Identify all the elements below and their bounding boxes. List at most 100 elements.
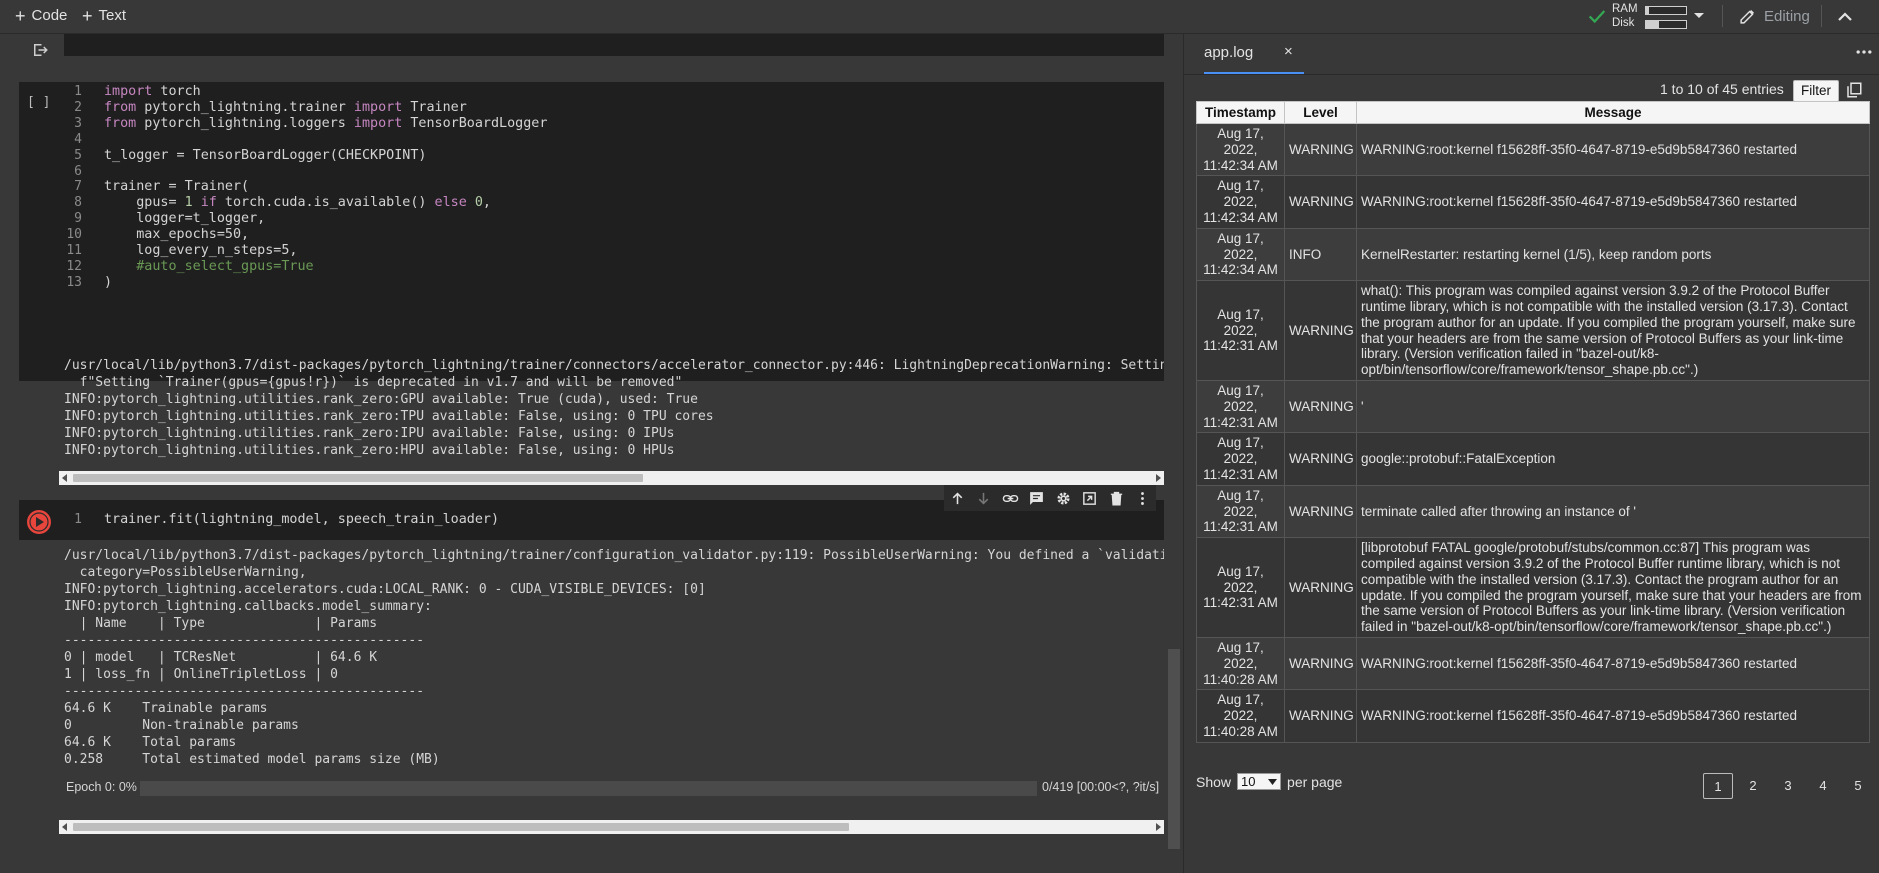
code-line[interactable]: import torch	[104, 84, 201, 99]
table-row: Aug 17, 2022, 11:42:34 AM INFO KernelRestart…	[1196, 227, 1870, 282]
timestamp-cell: Aug 17, 2022, 11:42:31 AM	[1196, 379, 1285, 434]
table-row: Aug 17, 2022, 11:42:34 AM WARNING WARNING:ro…	[1196, 122, 1870, 177]
scroll-left-icon[interactable]	[62, 823, 67, 831]
close-icon[interactable]: ×	[1284, 43, 1293, 60]
code-line[interactable]: from pytorch_lightning.loggers import Te…	[104, 116, 547, 131]
message-cell: google::protobuf::FatalException	[1356, 432, 1870, 486]
trash-icon[interactable]	[1108, 490, 1125, 507]
page-button-1[interactable]: 1	[1703, 773, 1733, 799]
level-cell: WARNING	[1284, 636, 1357, 691]
tab-label: app.log	[1204, 44, 1254, 61]
code-line[interactable]: max_epochs=50,	[104, 227, 249, 242]
gear-icon[interactable]	[1055, 490, 1072, 507]
check-icon	[1588, 10, 1606, 24]
timestamp-cell: Aug 17, 2022, 11:40:28 AM	[1196, 689, 1285, 743]
level-cell: WARNING	[1284, 432, 1357, 486]
timestamp-cell: Aug 17, 2022, 11:42:34 AM	[1196, 122, 1285, 177]
add-text-button[interactable]: + Text	[82, 6, 126, 26]
resources-indicator[interactable]: RAM Disk	[1586, 2, 1706, 30]
code-line[interactable]: trainer.fit(lightning_model, speech_trai…	[104, 512, 499, 527]
code-line[interactable]: gpus= 1 if torch.cuda.is_available() els…	[104, 195, 491, 210]
message-cell: WARNING:root:kernel f15628ff-35f0-4647-8…	[1356, 636, 1870, 691]
cell-output-icon[interactable]	[31, 41, 49, 59]
timestamp-cell: Aug 17, 2022, 11:42:31 AM	[1196, 280, 1285, 381]
column-header-message[interactable]: Message	[1356, 101, 1870, 124]
chevron-up-icon[interactable]	[1833, 7, 1857, 27]
code-line[interactable]: trainer = Trainer(	[104, 179, 249, 194]
progress-bar	[140, 781, 1037, 796]
copy-icon[interactable]	[1845, 81, 1863, 99]
arrow-down-icon[interactable]	[975, 490, 992, 507]
table-row: Aug 17, 2022, 11:42:34 AM WARNING WARNING:ro…	[1196, 175, 1870, 229]
entries-count: 1 to 10 of 45 entries	[1660, 81, 1784, 97]
line-number: 2	[74, 99, 82, 115]
message-cell: terminate called after throwing an insta…	[1356, 484, 1870, 539]
cell-2-output: /usr/local/lib/python3.7/dist-packages/p…	[64, 548, 1164, 767]
pagination: 12345	[1703, 773, 1873, 799]
message-cell: what(): This program was compiled agains…	[1356, 280, 1870, 381]
message-cell: KernelRestarter: restarting kernel (1/5)…	[1356, 227, 1870, 282]
table-row: Aug 17, 2022, 11:42:31 AM WARNING what(): Th…	[1196, 280, 1870, 381]
editing-status[interactable]: Editing	[1739, 6, 1810, 26]
timestamp-cell: Aug 17, 2022, 11:40:28 AM	[1196, 636, 1285, 691]
page-button-3[interactable]: 3	[1773, 773, 1803, 799]
notebook-scrollbar-thumb[interactable]	[1168, 649, 1180, 849]
add-code-button[interactable]: + Code	[15, 6, 67, 26]
more-vert-icon[interactable]	[1134, 490, 1151, 507]
level-cell: WARNING	[1284, 689, 1357, 743]
scroll-right-icon[interactable]	[1156, 474, 1161, 482]
line-number: 11	[66, 243, 82, 258]
filter-button[interactable]: Filter	[1793, 80, 1839, 102]
code-line[interactable]: log_every_n_steps=5,	[104, 243, 297, 258]
tab-app-log[interactable]: app.log ×	[1204, 34, 1304, 74]
line-number: 1	[74, 512, 82, 527]
page-button-2[interactable]: 2	[1738, 773, 1768, 799]
timestamp-cell: Aug 17, 2022, 11:42:31 AM	[1196, 484, 1285, 539]
line-number: 12	[66, 258, 82, 274]
scroll-thumb[interactable]	[73, 823, 849, 831]
line-number: 4	[74, 131, 82, 147]
previous-cell-editor[interactable]	[64, 34, 1164, 56]
level-cell: WARNING	[1284, 175, 1357, 229]
cell-toolbar	[944, 485, 1156, 511]
pencil-icon	[1740, 9, 1755, 24]
level-cell: INFO	[1284, 227, 1357, 282]
notebook-area: [ ] 1 import torch 2 from pytorch_lightning…	[0, 34, 1183, 873]
cell-1-run-indicator[interactable]: [ ]	[27, 95, 50, 110]
code-line[interactable]: t_logger = TensorBoardLogger(CHECKPOINT)	[104, 148, 426, 163]
code-line[interactable]: #auto_select_gpus=True	[104, 259, 313, 274]
page-size-select[interactable]: 10	[1237, 773, 1282, 790]
ram-bar	[1645, 6, 1687, 15]
more-horiz-icon[interactable]	[1854, 42, 1874, 62]
add-code-label: Code	[31, 7, 68, 24]
code-line[interactable]: from pytorch_lightning.trainer import Tr…	[104, 100, 467, 115]
scroll-left-icon[interactable]	[62, 474, 67, 482]
message-cell: WARNING:root:kernel f15628ff-35f0-4647-8…	[1356, 122, 1870, 177]
code-line[interactable]: )	[104, 275, 112, 290]
level-cell: WARNING	[1284, 122, 1357, 177]
code-line[interactable]: logger=t_logger,	[104, 211, 265, 226]
scroll-thumb[interactable]	[73, 474, 643, 482]
link-icon[interactable]	[1002, 490, 1019, 507]
column-header-timestamp[interactable]: Timestamp	[1196, 101, 1285, 124]
plus-icon: +	[82, 6, 93, 26]
cell-2-output-scrollbar[interactable]	[59, 820, 1164, 834]
message-cell: '	[1356, 379, 1870, 434]
arrow-up-icon[interactable]	[949, 490, 966, 507]
level-cell: WARNING	[1284, 484, 1357, 539]
line-number: 6	[74, 163, 82, 179]
cell-1-output-scrollbar[interactable]	[59, 471, 1164, 485]
chevron-down-icon[interactable]	[1694, 13, 1704, 18]
log-table: Timestamp Level Message Aug 17, 2022, 11:4…	[1196, 101, 1870, 743]
disk-label: Disk	[1612, 17, 1635, 29]
scroll-right-icon[interactable]	[1156, 823, 1161, 831]
add-text-label: Text	[98, 7, 127, 24]
column-header-level[interactable]: Level	[1284, 101, 1357, 124]
page-button-4[interactable]: 4	[1808, 773, 1838, 799]
progress-label: Epoch 0: 0%	[66, 780, 137, 794]
page-button-5[interactable]: 5	[1843, 773, 1873, 799]
run-icon[interactable]	[26, 509, 52, 535]
mirror-cell-icon[interactable]	[1081, 490, 1098, 507]
comment-icon[interactable]	[1028, 490, 1045, 507]
line-number: 5	[74, 147, 82, 163]
